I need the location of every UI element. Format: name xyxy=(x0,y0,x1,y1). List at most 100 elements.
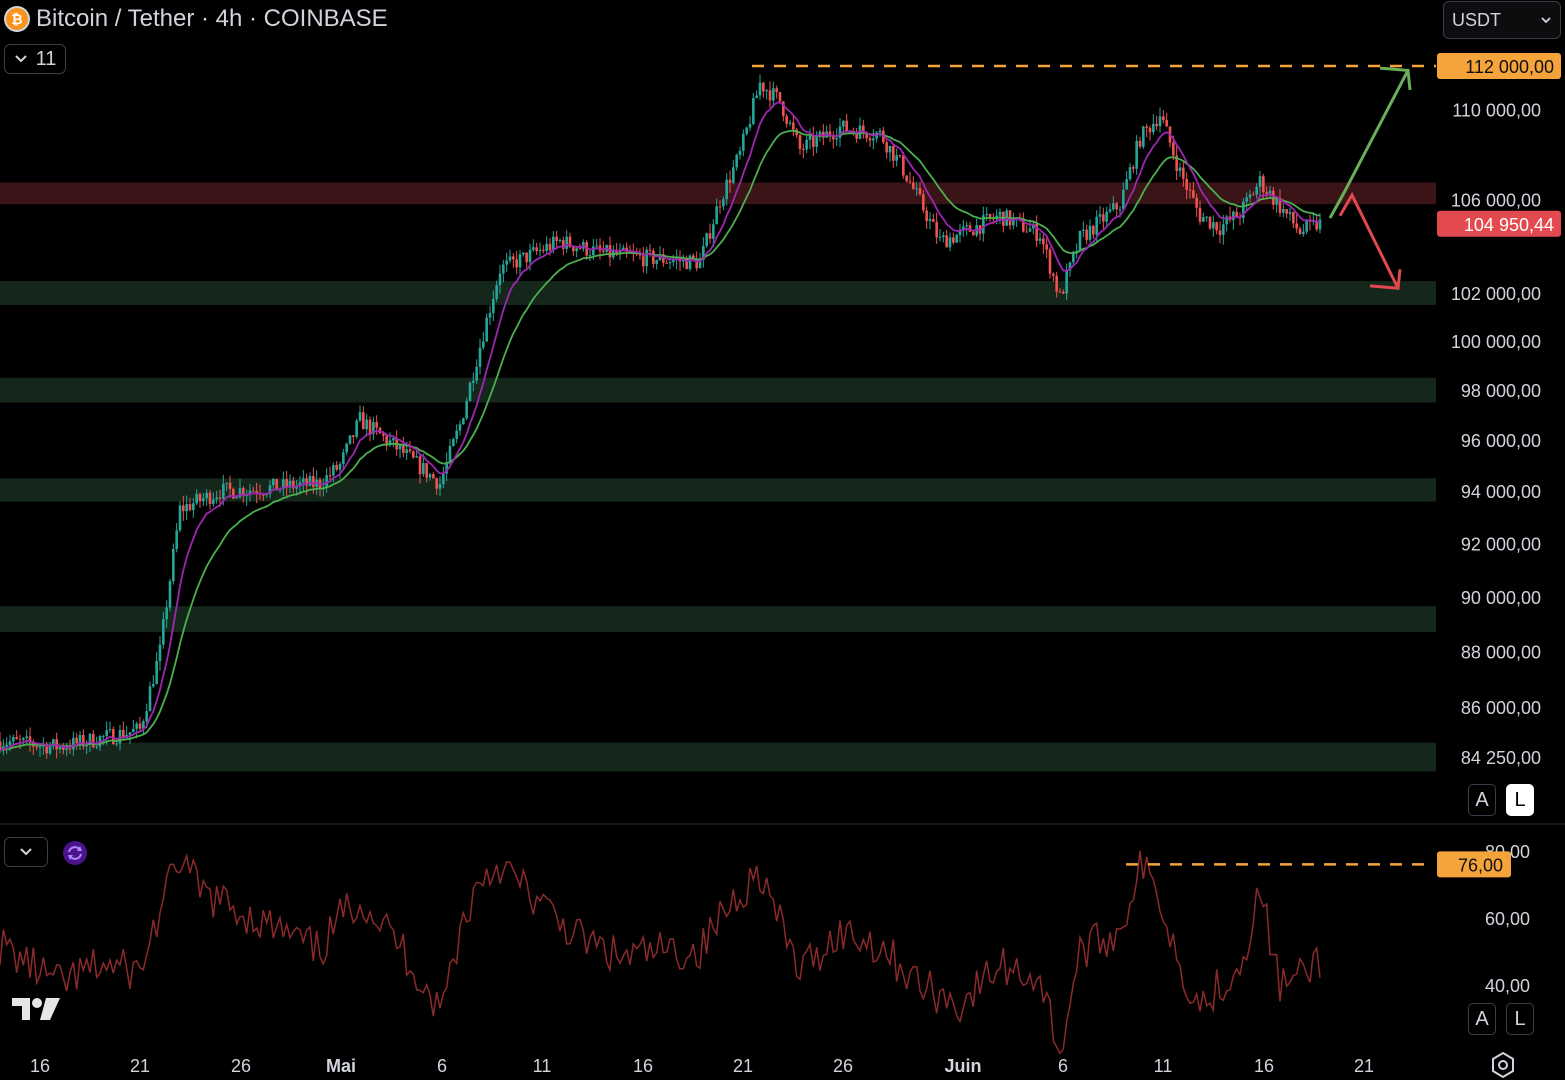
candle-body xyxy=(688,255,692,270)
candle-body xyxy=(1282,209,1285,213)
candle-body xyxy=(938,237,942,239)
candle-body xyxy=(775,88,778,93)
candle-body xyxy=(1158,116,1162,127)
candle-body xyxy=(425,463,428,478)
candle-body xyxy=(1262,176,1265,193)
candle-body xyxy=(842,120,845,127)
candle-body xyxy=(985,214,988,216)
rsi-collapse-button[interactable] xyxy=(4,837,48,867)
candle-body xyxy=(262,494,265,496)
chart-title: ₿ Bitcoin / Tether · 4h · COINBASE xyxy=(6,4,388,34)
rsi-level-label: 76,00 xyxy=(1458,855,1503,875)
candle-body xyxy=(192,503,195,511)
candle-body xyxy=(222,483,225,499)
candle-body xyxy=(832,136,835,140)
candle-body xyxy=(15,736,18,740)
candle-body xyxy=(1172,142,1175,156)
candle-body xyxy=(435,478,438,489)
candle-body xyxy=(338,463,342,470)
rsi-refresh-button[interactable] xyxy=(60,838,90,868)
candle-body xyxy=(722,199,725,207)
candle-body xyxy=(718,206,722,208)
candle-body xyxy=(138,723,142,729)
settings-gear-icon[interactable] xyxy=(1489,1051,1517,1079)
resistance-zone xyxy=(0,182,1436,205)
candle-body xyxy=(708,233,712,239)
rsi-log-scale-button[interactable]: L xyxy=(1506,1003,1534,1035)
candle-body xyxy=(748,124,752,128)
candle-body xyxy=(555,236,558,242)
candle-body xyxy=(725,179,728,200)
candle-body xyxy=(452,439,455,447)
candle-body xyxy=(952,237,955,243)
candle-body xyxy=(768,90,772,101)
auto-scale-button[interactable]: A xyxy=(1468,784,1496,816)
rsi-axis-tick-label: 40,00 xyxy=(1485,976,1530,996)
candle-body xyxy=(48,745,52,754)
candle-body xyxy=(762,82,765,92)
candle-body xyxy=(925,210,928,222)
candle-body xyxy=(355,420,358,437)
candle-body xyxy=(535,247,538,252)
candle-body xyxy=(58,746,62,750)
time-axis-tick-label: 6 xyxy=(1058,1056,1068,1076)
candle-body xyxy=(75,737,78,744)
candle-body xyxy=(325,475,328,488)
candle-body xyxy=(1305,220,1308,232)
candle-body xyxy=(532,247,535,250)
log-scale-button[interactable]: L xyxy=(1506,784,1534,816)
candle-body xyxy=(218,497,222,499)
candle-body xyxy=(1218,230,1222,235)
candle-body xyxy=(1155,123,1158,127)
candle-body xyxy=(878,130,882,133)
candle-body xyxy=(198,494,202,502)
candle-body xyxy=(158,644,162,661)
candle-body xyxy=(365,419,368,430)
candle-body xyxy=(1088,225,1092,240)
candle-body xyxy=(545,243,548,252)
candle-body xyxy=(422,463,425,475)
time-axis-tick-label: 11 xyxy=(533,1056,552,1076)
chart-canvas[interactable]: 110 000,00 106 000,00 102 000,00 100 000,00… xyxy=(0,0,1565,1080)
price-axis-tick-label: 88 000,00 xyxy=(1461,642,1541,662)
candle-body xyxy=(352,435,355,437)
candle-body xyxy=(945,235,948,248)
candle-body xyxy=(552,236,555,251)
time-axis-tick-label: 21 xyxy=(733,1056,753,1076)
candle-body xyxy=(468,382,472,401)
candle-body xyxy=(1112,203,1115,210)
price-axis-tick-label: 106 000,00 xyxy=(1451,191,1541,211)
candle-body xyxy=(1255,186,1258,195)
candle-body xyxy=(1052,273,1055,276)
candle-body xyxy=(115,743,118,745)
candle-body xyxy=(798,135,802,149)
candle-body xyxy=(512,256,515,260)
price-axis-tick-label: 90 000,00 xyxy=(1461,588,1541,608)
currency-select[interactable]: USDT xyxy=(1443,1,1561,39)
target-price-label: 112 000,00 xyxy=(1465,57,1554,77)
candle-body xyxy=(525,252,528,263)
candle-body xyxy=(738,150,742,155)
indicators-toggle-button[interactable]: 11 xyxy=(4,44,66,74)
candle-body xyxy=(458,424,462,431)
candle-body xyxy=(368,419,372,435)
candle-body xyxy=(0,741,2,750)
candle-body xyxy=(165,607,168,620)
candle-body xyxy=(905,175,908,182)
candle-body xyxy=(898,155,902,157)
candle-body xyxy=(1095,216,1098,235)
price-axis-tick-label: 102 000,00 xyxy=(1451,284,1541,304)
support-zone xyxy=(0,281,1436,305)
time-axis-tick-label: 26 xyxy=(231,1056,251,1076)
candle-body xyxy=(1232,211,1235,221)
candle-body xyxy=(308,476,312,486)
candle-body xyxy=(1215,222,1218,231)
candle-body xyxy=(1185,178,1188,190)
candle-body xyxy=(642,255,645,267)
candle-body xyxy=(735,154,738,168)
candle-body xyxy=(65,748,68,751)
candle-body xyxy=(892,145,895,161)
candle-body xyxy=(655,260,658,264)
rsi-auto-scale-button[interactable]: A xyxy=(1468,1003,1496,1035)
candle-body xyxy=(772,88,775,101)
